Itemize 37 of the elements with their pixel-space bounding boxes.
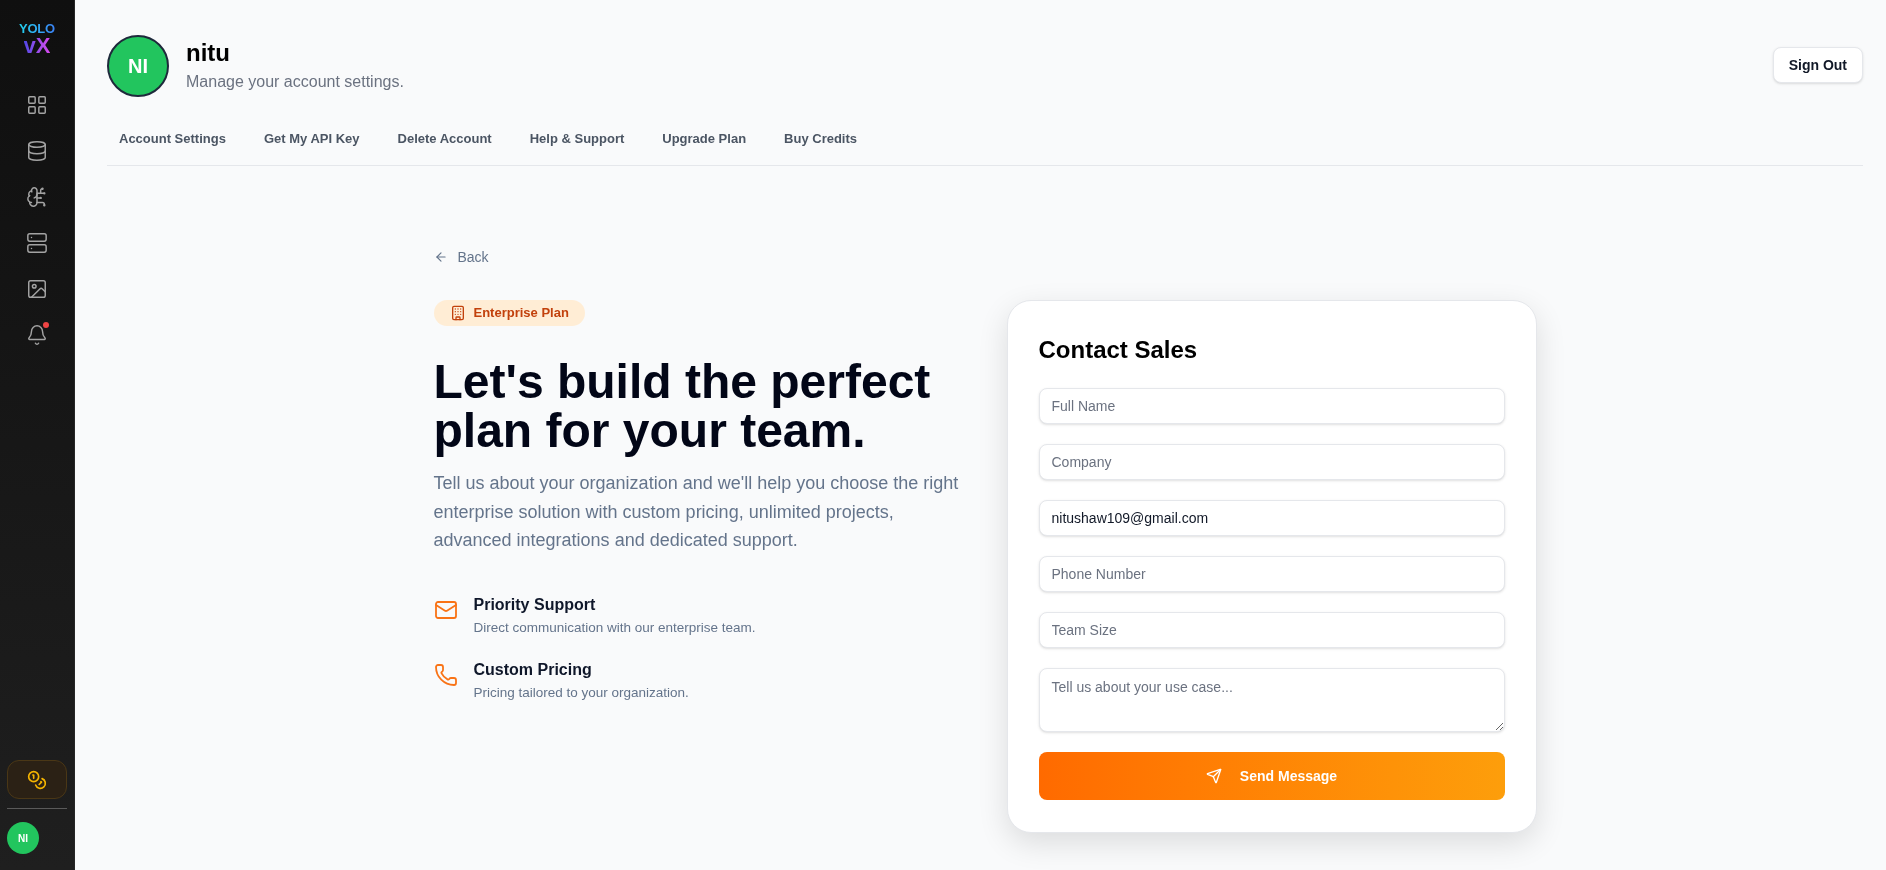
database-icon[interactable] xyxy=(26,140,48,162)
grid-icon[interactable] xyxy=(26,94,48,116)
settings-tab[interactable]: Buy Credits xyxy=(784,129,858,149)
settings-tab[interactable]: Delete Account xyxy=(397,129,492,149)
input-field[interactable]: Full Name xyxy=(1038,388,1505,424)
settings-tab[interactable]: Upgrade Plan xyxy=(662,129,747,149)
input-field[interactable]: Team Size xyxy=(1038,612,1505,648)
brain-circuit-icon[interactable] xyxy=(26,186,48,208)
sign-out-button[interactable]: Sign Out xyxy=(1772,47,1863,83)
input-field[interactable]: Phone Number xyxy=(1038,556,1505,592)
phone-icon xyxy=(433,662,458,687)
coins-icon xyxy=(27,769,47,790)
feature-title: Custom Pricing xyxy=(473,659,593,680)
server-icon[interactable] xyxy=(26,232,48,254)
badge-label: Enterprise Plan xyxy=(473,304,569,323)
user-name: nitu xyxy=(186,39,231,67)
input-field[interactable]: nitushaw109@gmail.com xyxy=(1038,500,1505,536)
settings-tab[interactable]: Help & Support xyxy=(529,129,625,149)
page-heading: Let's build the perfect plan for your team. xyxy=(433,357,932,455)
intro-paragraph: Tell us about your organization and we'll help you choose the right enterprise solution with custom pricing, unlimited projects, advanced integrations and dedicated support. xyxy=(433,472,960,552)
back-link[interactable]: Back xyxy=(433,247,489,267)
message-field[interactable]: Tell us about your use case... xyxy=(1038,668,1505,732)
feature-description: Pricing tailored to your organization. xyxy=(473,683,689,702)
input-field[interactable]: Company xyxy=(1038,444,1505,480)
send-icon xyxy=(1205,768,1222,784)
bell-icon[interactable] xyxy=(26,324,48,346)
card-title: Contact Sales xyxy=(1038,335,1199,365)
logo[interactable]: YOLO vX xyxy=(19,22,55,56)
feature-description: Direct communication with our enterprise team. xyxy=(473,618,756,637)
profile-avatar: NI xyxy=(107,35,169,97)
account-subtitle: Manage your account settings. xyxy=(186,72,404,92)
settings-tab[interactable]: Get My API Key xyxy=(263,129,360,149)
credits-button[interactable] xyxy=(7,760,67,799)
building-icon xyxy=(449,305,466,321)
image-icon[interactable] xyxy=(26,278,48,300)
feature-title: Priority Support xyxy=(473,594,597,615)
settings-tab[interactable]: Account Settings xyxy=(119,129,226,149)
